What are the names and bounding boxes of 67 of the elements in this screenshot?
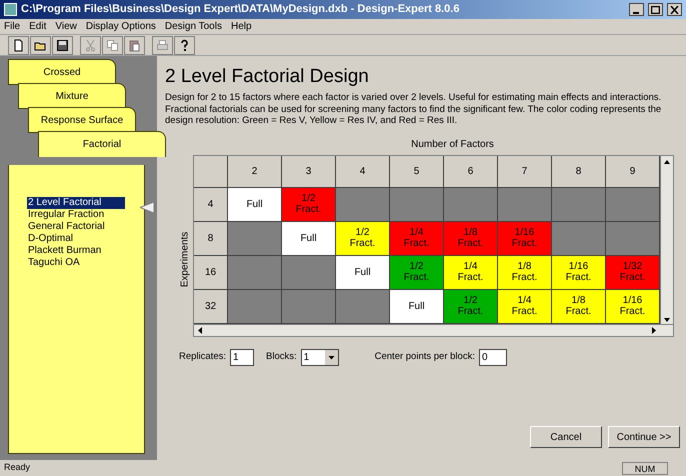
close-button[interactable] bbox=[667, 3, 682, 16]
design-cell[interactable]: Full bbox=[390, 290, 444, 324]
design-cell[interactable]: 1/4 Fract. bbox=[444, 256, 498, 290]
design-cell[interactable]: 1/32 Fract. bbox=[606, 256, 660, 290]
cancel-button[interactable]: Cancel bbox=[530, 426, 602, 448]
menu-item[interactable]: File bbox=[4, 19, 20, 34]
close-icon[interactable] bbox=[670, 6, 679, 14]
save-icon[interactable] bbox=[52, 36, 73, 54]
continue-button[interactable]: Continue >> bbox=[608, 426, 680, 448]
folder-tab[interactable]: Response Surface bbox=[28, 107, 136, 133]
design-cell[interactable]: 1/16 Fract. bbox=[552, 256, 606, 290]
maximize-icon[interactable] bbox=[651, 6, 660, 14]
design-cell[interactable]: Full bbox=[228, 188, 282, 222]
design-cell[interactable]: 1/2 Fract. bbox=[336, 222, 390, 256]
design-list-item[interactable]: D-Optimal bbox=[27, 233, 74, 245]
vertical-scrollbar[interactable] bbox=[660, 156, 673, 326]
design-cell[interactable]: Full bbox=[336, 256, 390, 290]
design-cell[interactable]: 1/8 Fract. bbox=[444, 222, 498, 256]
design-list-item[interactable]: General Factorial bbox=[27, 221, 106, 233]
design-list-item[interactable]: Taguchi OA bbox=[27, 257, 81, 269]
print-icon[interactable] bbox=[152, 36, 173, 54]
open-folder-icon[interactable] bbox=[30, 36, 51, 54]
menu-item[interactable]: Design Tools bbox=[164, 19, 222, 34]
design-cell[interactable]: 1/2 Fract. bbox=[282, 188, 336, 222]
new-file-icon[interactable] bbox=[8, 36, 29, 54]
center-points-label: Center points per block: bbox=[374, 350, 475, 364]
pointer-icon bbox=[140, 202, 154, 213]
blocks-label: Blocks: bbox=[266, 350, 297, 364]
folder-tab[interactable]: Factorial bbox=[38, 131, 166, 157]
page-heading: 2 Level Factorial Design bbox=[165, 66, 370, 88]
status-text: Ready bbox=[4, 461, 32, 474]
num-lock-indicator: NUM bbox=[622, 462, 668, 474]
description-text: Design for 2 to 15 factors where each factor is varied over 2 levels. Useful for estimating main effects and interactions. Fractional factorials can be used for screening many factors to find the significant few. The color coding represents the design resolution: Green = Res V, Yellow = Res IV, and Red = Res III. bbox=[165, 92, 662, 126]
design-list-item[interactable]: Irregular Fraction bbox=[27, 209, 106, 221]
design-cell[interactable]: Full bbox=[282, 222, 336, 256]
menu-item[interactable]: Display Options bbox=[86, 19, 156, 34]
minimize-button[interactable] bbox=[629, 3, 644, 16]
paste-icon[interactable] bbox=[124, 36, 145, 54]
design-cell[interactable]: 1/8 Fract. bbox=[552, 290, 606, 324]
menu-item[interactable]: View bbox=[55, 19, 77, 34]
design-cell[interactable]: 1/2 Fract. bbox=[390, 256, 444, 290]
design-cell[interactable]: 1/4 Fract. bbox=[498, 290, 552, 324]
design-list-item[interactable]: 2 Level Factorial bbox=[27, 197, 125, 209]
help-icon[interactable] bbox=[174, 36, 195, 54]
replicates-label: Replicates: bbox=[179, 350, 226, 364]
menu-item[interactable]: Edit bbox=[29, 19, 46, 34]
column-title: Number of Factors bbox=[411, 138, 494, 152]
horizontal-scrollbar[interactable] bbox=[194, 324, 673, 336]
copy-icon[interactable] bbox=[102, 36, 123, 54]
design-cell[interactable]: 1/16 Fract. bbox=[498, 222, 552, 256]
center-points-field[interactable]: 0 bbox=[478, 348, 507, 366]
blocks-dropdown[interactable]: 1 bbox=[300, 348, 339, 366]
app-icon bbox=[4, 3, 17, 16]
menu-item[interactable]: Help bbox=[230, 19, 252, 34]
window-title: C:\Program Files\Business\Design Expert\DATA\MyDesign.dxb - Design-Expert 8.0.6 bbox=[21, 2, 460, 18]
design-cell[interactable]: 1/8 Fract. bbox=[498, 256, 552, 290]
design-cell[interactable]: 1/2 Fract. bbox=[444, 290, 498, 324]
cut-icon[interactable] bbox=[80, 36, 101, 54]
replicates-field[interactable]: 1 bbox=[230, 348, 254, 366]
design-cell[interactable]: 1/4 Fract. bbox=[390, 222, 444, 256]
folder-tab[interactable]: Mixture bbox=[18, 83, 126, 109]
design-cell[interactable]: 1/16 Fract. bbox=[606, 290, 660, 324]
row-title: Experiments bbox=[178, 232, 192, 288]
maximize-button[interactable] bbox=[648, 3, 663, 16]
design-list-item[interactable]: Plackett Burman bbox=[27, 245, 102, 257]
folder-tab[interactable]: Crossed bbox=[8, 59, 116, 85]
corner-cell bbox=[194, 156, 228, 188]
